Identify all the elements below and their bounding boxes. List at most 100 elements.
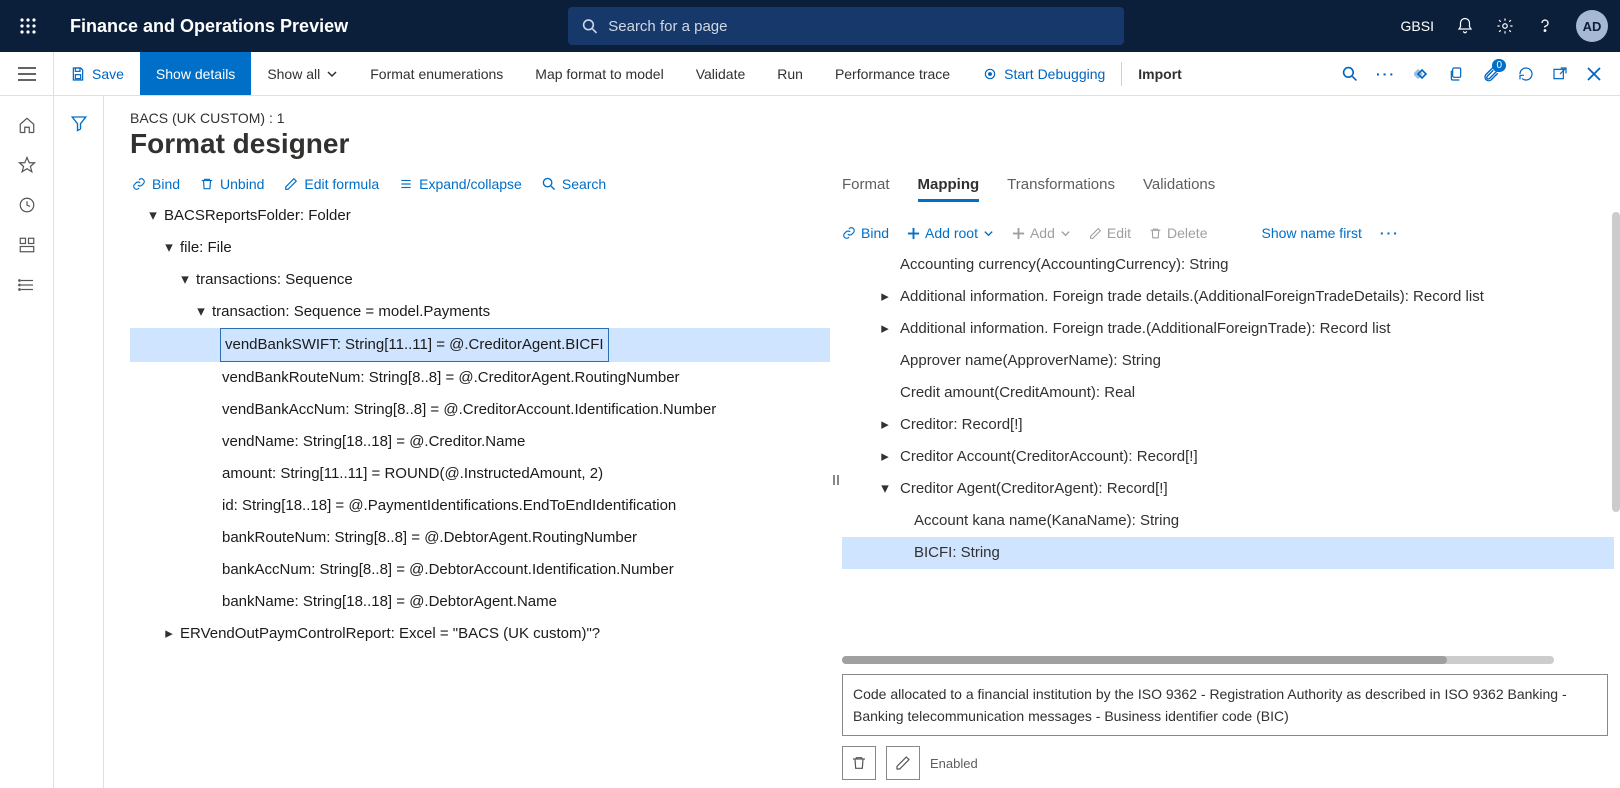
caret-right-icon[interactable]: ▸ <box>876 313 894 345</box>
caret-right-icon[interactable]: ▸ <box>160 618 178 650</box>
plus-icon <box>907 227 920 240</box>
tree-node[interactable]: vendBankRouteNum: String[8..8] = @.Credi… <box>130 362 830 394</box>
map-format-to-model-button[interactable]: Map format to model <box>519 52 679 95</box>
app-launcher-icon[interactable] <box>12 10 44 42</box>
delete-item-button[interactable] <box>842 746 876 780</box>
refresh-icon[interactable] <box>1518 66 1534 82</box>
tree-node[interactable]: bankRouteNum: String[8..8] = @.DebtorAge… <box>130 522 830 554</box>
caret-down-icon[interactable]: ▾ <box>176 264 194 296</box>
tree-node[interactable]: ▾transactions: Sequence <box>130 264 830 296</box>
global-search[interactable] <box>568 7 1124 45</box>
tree-node-selected[interactable]: vendBankSWIFT: String[11..11] = @.Credit… <box>130 328 830 362</box>
caret-down-icon[interactable]: ▾ <box>876 473 894 505</box>
tree-node[interactable]: bankName: String[18..18] = @.DebtorAgent… <box>130 586 830 618</box>
home-icon[interactable] <box>18 116 36 134</box>
pane-splitter[interactable] <box>830 172 842 788</box>
show-all-button[interactable]: Show all <box>251 52 354 95</box>
company-picker[interactable]: GBSI <box>1401 18 1434 34</box>
tree-node[interactable]: amount: String[11..11] = ROUND(@.Instruc… <box>130 458 830 490</box>
tree-node[interactable]: ▸Additional information. Foreign trade.(… <box>842 313 1614 345</box>
save-button[interactable]: Save <box>54 52 140 95</box>
add-root-button[interactable]: Add root <box>907 225 994 241</box>
recent-icon[interactable] <box>18 196 36 214</box>
diamond-icon[interactable] <box>1414 66 1430 82</box>
run-button[interactable]: Run <box>761 52 819 95</box>
mapping-more-button[interactable]: ··· <box>1380 225 1400 241</box>
tab-mapping[interactable]: Mapping <box>918 176 980 202</box>
enabled-label: Enabled <box>930 756 978 771</box>
format-tree[interactable]: ▾BACSReportsFolder: Folder ▾file: File ▾… <box>130 200 830 788</box>
filter-icon[interactable] <box>70 114 88 788</box>
tree-node[interactable]: Credit amount(CreditAmount): Real <box>842 377 1614 409</box>
modules-icon[interactable] <box>18 276 36 294</box>
caret-down-icon[interactable]: ▾ <box>192 296 210 328</box>
format-enumerations-button[interactable]: Format enumerations <box>354 52 519 95</box>
horizontal-scrollbar[interactable] <box>842 656 1554 664</box>
tree-node[interactable]: ▾file: File <box>130 232 830 264</box>
pencil-icon <box>284 177 298 191</box>
tab-validations[interactable]: Validations <box>1143 176 1215 202</box>
app-title: Finance and Operations Preview <box>70 16 348 37</box>
vertical-scrollbar[interactable] <box>1612 212 1620 512</box>
trash-icon <box>851 755 867 771</box>
tree-node[interactable]: vendName: String[18..18] = @.Creditor.Na… <box>130 426 830 458</box>
tree-node[interactable]: ▸Creditor: Record[!] <box>842 409 1614 441</box>
add-button: Add <box>1012 225 1071 241</box>
tree-node[interactable]: ▸ERVendOutPaymControlReport: Excel = "BA… <box>130 618 830 650</box>
bind-button[interactable]: Bind <box>132 176 180 192</box>
start-debugging-button[interactable]: Start Debugging <box>966 52 1121 95</box>
workspaces-icon[interactable] <box>18 236 36 254</box>
tree-node[interactable]: ▸Additional information. Foreign trade d… <box>842 281 1614 313</box>
caret-right-icon[interactable]: ▸ <box>876 281 894 313</box>
close-icon[interactable] <box>1586 66 1602 82</box>
expand-collapse-button[interactable]: Expand/collapse <box>399 176 522 192</box>
attachments-icon[interactable]: 0 <box>1482 65 1500 83</box>
caret-down-icon[interactable]: ▾ <box>160 232 178 264</box>
star-icon[interactable] <box>18 156 36 174</box>
datasource-tree[interactable]: Accounting currency(AccountingCurrency):… <box>842 249 1614 652</box>
show-details-button[interactable]: Show details <box>140 52 251 95</box>
tree-node[interactable]: ▸Creditor Account(CreditorAccount): Reco… <box>842 441 1614 473</box>
tree-node[interactable]: Approver name(ApproverName): String <box>842 345 1614 377</box>
delete-button: Delete <box>1149 225 1207 241</box>
mapping-bind-button[interactable]: Bind <box>842 225 889 241</box>
caret-down-icon[interactable]: ▾ <box>144 200 162 232</box>
user-avatar[interactable]: AD <box>1576 10 1608 42</box>
popout-icon[interactable] <box>1552 66 1568 82</box>
validate-button[interactable]: Validate <box>680 52 762 95</box>
tree-node[interactable]: bankAccNum: String[8..8] = @.DebtorAccou… <box>130 554 830 586</box>
tree-node[interactable]: vendBankAccNum: String[8..8] = @.Credito… <box>130 394 830 426</box>
chevron-down-icon <box>983 228 994 239</box>
edit-button: Edit <box>1089 225 1131 241</box>
page-title: Format designer <box>130 128 1620 160</box>
trash-icon <box>1149 227 1162 240</box>
settings-icon[interactable] <box>1496 17 1514 35</box>
tab-transformations[interactable]: Transformations <box>1007 176 1115 202</box>
search-command-icon[interactable] <box>1342 66 1358 82</box>
help-icon[interactable] <box>1536 17 1554 35</box>
notifications-icon[interactable] <box>1456 17 1474 35</box>
tree-node[interactable]: Accounting currency(AccountingCurrency):… <box>842 249 1614 281</box>
tree-node[interactable]: Account kana name(KanaName): String <box>842 505 1614 537</box>
copy-icon[interactable] <box>1448 66 1464 82</box>
search-icon <box>582 18 598 35</box>
tree-node[interactable]: id: String[18..18] = @.PaymentIdentifica… <box>130 490 830 522</box>
import-button[interactable]: Import <box>1122 52 1198 95</box>
tree-node-selected[interactable]: BICFI: String <box>842 537 1614 569</box>
tab-format[interactable]: Format <box>842 176 890 202</box>
performance-trace-button[interactable]: Performance trace <box>819 52 966 95</box>
tree-node[interactable]: ▾Creditor Agent(CreditorAgent): Record[!… <box>842 473 1614 505</box>
list-icon <box>399 177 413 191</box>
unbind-button[interactable]: Unbind <box>200 176 264 192</box>
edit-formula-button[interactable]: Edit formula <box>284 176 379 192</box>
tree-node[interactable]: ▾transaction: Sequence = model.Payments <box>130 296 830 328</box>
search-tree-button[interactable]: Search <box>542 176 606 192</box>
tree-node[interactable]: ▾BACSReportsFolder: Folder <box>130 200 830 232</box>
caret-right-icon[interactable]: ▸ <box>876 409 894 441</box>
global-search-input[interactable] <box>608 18 1110 35</box>
more-actions-icon[interactable]: ··· <box>1376 66 1396 82</box>
edit-item-button[interactable] <box>886 746 920 780</box>
caret-right-icon[interactable]: ▸ <box>876 441 894 473</box>
hamburger-button[interactable] <box>0 52 54 95</box>
show-name-first-button[interactable]: Show name first <box>1261 225 1361 241</box>
